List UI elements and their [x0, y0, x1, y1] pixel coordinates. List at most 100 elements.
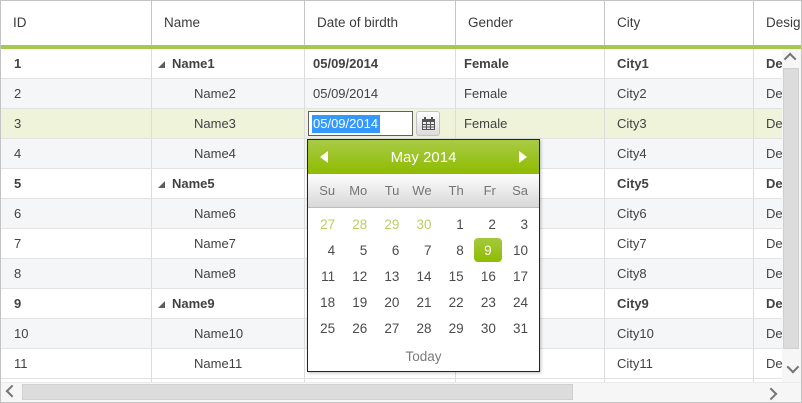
- column-header-designation[interactable]: Designation: [754, 1, 801, 45]
- calendar-day-28[interactable]: 28: [407, 315, 439, 341]
- vertical-scrollbar-thumb[interactable]: [783, 68, 799, 349]
- calendar-day-19[interactable]: 19: [343, 289, 375, 315]
- calendar-day-17[interactable]: 17: [504, 263, 536, 289]
- weekday-label: Th: [440, 174, 472, 207]
- collapse-icon[interactable]: [158, 301, 165, 308]
- calendar-day-7[interactable]: 7: [407, 237, 439, 263]
- calendar-day-12[interactable]: 12: [343, 263, 375, 289]
- calendar-day-1[interactable]: 1: [440, 211, 472, 237]
- calendar-day-2[interactable]: 2: [472, 211, 504, 237]
- id-cell: 2: [1, 79, 152, 108]
- id-cell: 8: [1, 259, 152, 288]
- name-cell: Name10: [152, 319, 305, 348]
- name-cell: Name11: [152, 349, 305, 378]
- city-cell: City4: [605, 139, 754, 168]
- name-label: Name9: [172, 289, 215, 318]
- name-cell: Name7: [152, 229, 305, 258]
- column-header-id[interactable]: ID: [1, 1, 152, 45]
- id-cell: 9: [1, 289, 152, 318]
- calendar-day-14[interactable]: 14: [407, 263, 439, 289]
- calendar-day-5[interactable]: 5: [343, 237, 375, 263]
- scroll-down-button[interactable]: [782, 360, 801, 377]
- calendar-icon: [422, 117, 435, 130]
- calendar-day-25[interactable]: 25: [311, 315, 343, 341]
- calendar-day-15[interactable]: 15: [440, 263, 472, 289]
- calendar-weekdays: SuMoTuWeThFrSa: [308, 174, 539, 208]
- collapse-icon[interactable]: [158, 61, 165, 68]
- id-cell: 7: [1, 229, 152, 258]
- calendar-day-23[interactable]: 23: [472, 289, 504, 315]
- city-cell: City10: [605, 319, 754, 348]
- table-row-1[interactable]: 1Name105/09/2014FemaleCity1Developer: [1, 49, 801, 79]
- calendar-title[interactable]: May 2014: [328, 149, 519, 166]
- calendar-day-4[interactable]: 4: [311, 237, 343, 263]
- weekday-label: Su: [311, 174, 343, 207]
- calendar-day-27[interactable]: 27: [311, 211, 343, 237]
- calendar-day-27[interactable]: 27: [375, 315, 407, 341]
- calendar-day-24[interactable]: 24: [504, 289, 536, 315]
- calendar-day-21[interactable]: 21: [407, 289, 439, 315]
- chevron-down-icon: [787, 361, 800, 374]
- column-header-name[interactable]: Name: [152, 1, 305, 45]
- scroll-right-button[interactable]: [763, 383, 781, 402]
- column-header-gender[interactable]: Gender: [456, 1, 605, 45]
- city-cell: City5: [605, 169, 754, 198]
- name-cell: Name9: [152, 289, 305, 318]
- name-label: Name10: [194, 326, 243, 341]
- calendar-day-22[interactable]: 22: [440, 289, 472, 315]
- calendar-day-11[interactable]: 11: [311, 263, 343, 289]
- calendar-day-31[interactable]: 31: [504, 315, 536, 341]
- weekday-label: Mo: [343, 174, 375, 207]
- calendar-day-13[interactable]: 13: [375, 263, 407, 289]
- horizontal-scrollbar[interactable]: [1, 382, 801, 402]
- horizontal-scrollbar-thumb[interactable]: [22, 384, 573, 400]
- vertical-scrollbar[interactable]: [782, 49, 801, 383]
- calendar-day-26[interactable]: 26: [343, 315, 375, 341]
- calendar-day-29[interactable]: 29: [375, 211, 407, 237]
- calendar-day-3[interactable]: 3: [504, 211, 536, 237]
- name-cell: Name8: [152, 259, 305, 288]
- scroll-left-button[interactable]: [1, 383, 19, 402]
- calendar-day-16[interactable]: 16: [472, 263, 504, 289]
- id-cell: 3: [1, 109, 152, 138]
- gender-cell: Female: [456, 109, 605, 138]
- calendar-day-30[interactable]: 30: [407, 211, 439, 237]
- name-label: Name8: [194, 266, 236, 281]
- city-cell: City2: [605, 79, 754, 108]
- calendar-day-28[interactable]: 28: [343, 211, 375, 237]
- scroll-up-button[interactable]: [782, 49, 801, 66]
- column-header-dob[interactable]: Date of birdth: [305, 1, 456, 45]
- treelist-grid: IDNameDate of birdthGenderCityDesignatio…: [0, 0, 802, 403]
- calendar-day-18[interactable]: 18: [311, 289, 343, 315]
- city-cell: City1: [605, 49, 754, 78]
- previous-month-button[interactable]: [320, 151, 328, 163]
- next-month-button[interactable]: [519, 151, 527, 163]
- calendar-day-8[interactable]: 8: [440, 237, 472, 263]
- name-cell: Name3: [152, 109, 305, 138]
- table-row-2[interactable]: 2Name205/09/2014FemaleCity2Developer: [1, 79, 801, 109]
- id-cell: 10: [1, 319, 152, 348]
- id-cell: 11: [1, 349, 152, 378]
- calendar-day-9[interactable]: 9: [472, 237, 504, 263]
- city-cell: City8: [605, 259, 754, 288]
- collapse-icon[interactable]: [158, 181, 165, 188]
- calendar-day-30[interactable]: 30: [472, 315, 504, 341]
- city-cell: City11: [605, 349, 754, 378]
- column-header-city[interactable]: City: [605, 1, 754, 45]
- name-label: Name3: [194, 116, 236, 131]
- name-label: Name6: [194, 206, 236, 221]
- calendar-day-20[interactable]: 20: [375, 289, 407, 315]
- weekday-label: We: [407, 174, 439, 207]
- calendar-button[interactable]: [416, 111, 440, 136]
- calendar-day-6[interactable]: 6: [375, 237, 407, 263]
- gender-cell: Female: [456, 79, 605, 108]
- date-cell-editing: 05/09/2014: [305, 109, 456, 138]
- chevron-up-icon: [784, 53, 797, 66]
- calendar-day-29[interactable]: 29: [440, 315, 472, 341]
- table-row-3[interactable]: 3Name305/09/2014FemaleCity3Developer: [1, 109, 801, 139]
- calendar-day-10[interactable]: 10: [504, 237, 536, 263]
- date-editor-input[interactable]: 05/09/2014: [308, 111, 413, 136]
- calendar-today-link[interactable]: Today: [405, 349, 441, 364]
- chevron-right-icon: [764, 388, 777, 401]
- id-cell: 5: [1, 169, 152, 198]
